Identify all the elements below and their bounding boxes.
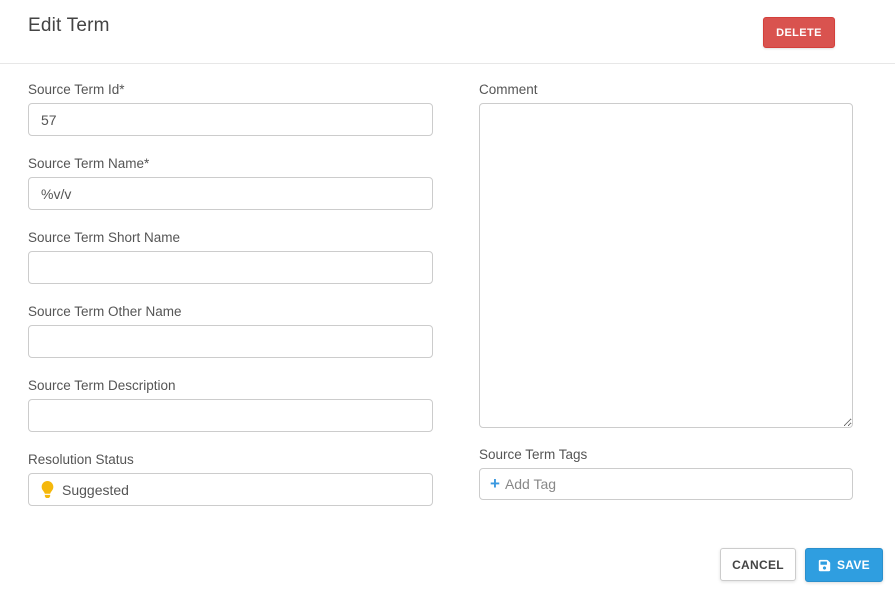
source-term-other-name-label: Source Term Other Name bbox=[28, 304, 433, 320]
resolution-status-label: Resolution Status bbox=[28, 452, 433, 468]
form-right-column: Comment Source Term Tags + Add Tag bbox=[479, 82, 853, 500]
delete-button[interactable]: DELETE bbox=[763, 17, 835, 48]
source-term-tags-label: Source Term Tags bbox=[479, 447, 853, 463]
edit-term-page: Edit Term DELETE Source Term Id* Source … bbox=[0, 0, 895, 596]
field-resolution-status: Resolution Status Suggested bbox=[28, 452, 433, 506]
source-term-short-name-input[interactable] bbox=[28, 251, 433, 284]
source-term-description-input[interactable] bbox=[28, 399, 433, 432]
comment-label: Comment bbox=[479, 82, 853, 98]
source-term-short-name-label: Source Term Short Name bbox=[28, 230, 433, 246]
field-comment: Comment bbox=[479, 82, 853, 428]
source-term-name-label: Source Term Name* bbox=[28, 156, 433, 172]
cancel-button[interactable]: CANCEL bbox=[720, 548, 796, 581]
add-tag-button[interactable]: + Add Tag bbox=[479, 468, 853, 500]
resolution-status-value: Suggested bbox=[62, 482, 129, 498]
field-source-term-name: Source Term Name* bbox=[28, 156, 433, 210]
source-term-id-input[interactable] bbox=[28, 103, 433, 136]
save-button[interactable]: SAVE bbox=[805, 548, 883, 582]
source-term-name-input[interactable] bbox=[28, 177, 433, 210]
header-divider bbox=[0, 63, 895, 64]
field-source-term-tags: Source Term Tags + Add Tag bbox=[479, 447, 853, 500]
resolution-status-select[interactable]: Suggested bbox=[28, 473, 433, 506]
lightbulb-icon bbox=[41, 481, 54, 498]
floppy-disk-icon bbox=[818, 559, 831, 572]
source-term-id-label: Source Term Id* bbox=[28, 82, 433, 98]
field-source-term-other-name: Source Term Other Name bbox=[28, 304, 433, 358]
source-term-description-label: Source Term Description bbox=[28, 378, 433, 394]
save-button-label: SAVE bbox=[837, 558, 870, 572]
field-source-term-description: Source Term Description bbox=[28, 378, 433, 432]
page-title: Edit Term bbox=[28, 15, 110, 37]
field-source-term-id: Source Term Id* bbox=[28, 82, 433, 136]
form-left-column: Source Term Id* Source Term Name* Source… bbox=[28, 82, 433, 526]
comment-textarea[interactable] bbox=[479, 103, 853, 428]
source-term-other-name-input[interactable] bbox=[28, 325, 433, 358]
field-source-term-short-name: Source Term Short Name bbox=[28, 230, 433, 284]
plus-icon: + bbox=[490, 475, 500, 492]
add-tag-label: Add Tag bbox=[505, 476, 556, 492]
